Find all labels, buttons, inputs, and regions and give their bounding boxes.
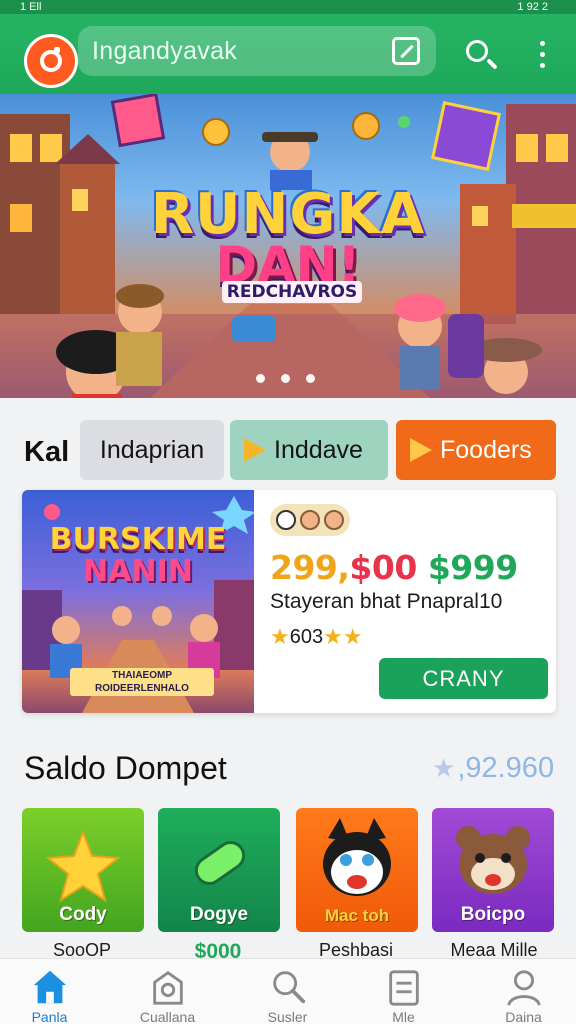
nav-label: Panla — [31, 1009, 68, 1024]
nav-label: Daina — [505, 1009, 542, 1024]
clock-icon — [276, 510, 296, 530]
featured-action-button[interactable]: CRANY — [379, 658, 548, 699]
star-icon: ★ — [432, 753, 456, 783]
app-tile-boicpo[interactable]: Boicpo — [432, 808, 554, 932]
carousel-dot[interactable] — [281, 374, 290, 383]
price-part: 299, — [270, 548, 350, 587]
star-icon: ★ — [342, 624, 363, 649]
profile-icon — [506, 970, 541, 1006]
search-input[interactable]: Ingandyavak — [92, 37, 392, 66]
app-tile-label: Cody — [59, 904, 107, 925]
wallet-title: Saldo Dompet — [24, 750, 227, 786]
nav-item-search[interactable]: Susler — [230, 959, 345, 1024]
nav-item-list[interactable]: Mle — [346, 959, 461, 1024]
carousel-dot[interactable] — [256, 374, 265, 383]
featured-image-title: BURSKIME — [49, 522, 227, 557]
chip-label: Inddave — [274, 435, 363, 464]
wallet-value: ,92.960 — [457, 752, 555, 784]
app-tile-mac-toh[interactable]: Mac toh — [296, 808, 418, 932]
nav-item-bag[interactable]: Cuallana — [110, 959, 225, 1024]
search-bar[interactable]: Ingandyavak — [78, 26, 436, 76]
featured-image-caption: THAIAEOMP ROIDEERLENHALO — [70, 668, 214, 696]
filter-chip-inddave[interactable]: Inddave — [230, 420, 388, 480]
chip-label: Fooders — [440, 435, 532, 464]
play-arrow-icon — [410, 438, 432, 462]
featured-badge — [270, 504, 350, 536]
bag-icon — [152, 970, 183, 1005]
filter-label: Kal — [24, 436, 70, 468]
price-part: $00 — [349, 548, 417, 587]
featured-rating: ★ 603 ★ ★ — [270, 624, 363, 650]
status-right: 1 92 2 — [517, 1, 548, 13]
price-part: $999 — [427, 548, 518, 587]
filter-chip-indaprian[interactable]: Indaprian — [80, 420, 224, 480]
edit-icon[interactable] — [392, 37, 420, 65]
nav-label: Mle — [392, 1009, 415, 1024]
app-logo-icon[interactable] — [24, 34, 78, 88]
wallet-balance[interactable]: ★ ,92.960 — [432, 752, 554, 785]
app-tile-dogye[interactable]: Dogye — [158, 808, 280, 932]
play-arrow-icon — [244, 438, 266, 462]
more-vert-icon[interactable] — [528, 34, 556, 74]
search-icon — [272, 971, 305, 1004]
search-icon — [466, 40, 488, 62]
app-tile-cody[interactable]: Cody — [22, 808, 144, 932]
status-left: 1 Ell — [20, 1, 42, 13]
carousel-dot[interactable] — [306, 374, 315, 383]
bottom-navigation: Panla Cuallana Susler Mle Daina — [0, 958, 576, 1024]
featured-image-subtitle: NANIN — [83, 554, 193, 589]
nav-label: Cuallana — [139, 1009, 196, 1024]
nav-item-home[interactable]: Panla — [0, 959, 107, 1024]
app-tile-label: Mac toh — [324, 906, 390, 925]
avatar — [324, 510, 344, 530]
nav-label: Susler — [267, 1009, 308, 1024]
featured-image[interactable]: BURSKIME NANIN THAIAEOMP ROIDEERLENHALO — [22, 490, 254, 713]
rating-value: 603 — [289, 625, 324, 648]
search-button[interactable] — [460, 34, 500, 74]
nav-item-profile[interactable]: Daina — [466, 959, 576, 1024]
filter-chip-fooders[interactable]: Fooders — [396, 420, 556, 480]
avatar — [300, 510, 320, 530]
featured-description: Stayeran bhat Pnapral10 — [270, 590, 503, 613]
list-icon — [388, 970, 419, 1006]
carousel-indicator[interactable] — [256, 374, 315, 383]
hero-tagline: REDCHAVROS — [222, 281, 362, 303]
home-icon — [33, 970, 66, 1004]
featured-price: 299,$00 $999 — [270, 548, 518, 587]
chip-label: Indaprian — [99, 435, 205, 464]
app-tile-label: Dogye — [189, 904, 249, 925]
star-icon: ★ — [323, 624, 343, 649]
top-app-bar: Ingandyavak — [0, 14, 576, 94]
featured-card[interactable]: BURSKIME NANIN THAIAEOMP ROIDEERLENHALO … — [22, 490, 556, 713]
app-tile-label: Boicpo — [460, 904, 526, 925]
star-icon: ★ — [270, 624, 290, 649]
status-bar: 1 Ell 1 92 2 — [0, 0, 576, 14]
hero-banner[interactable]: RUNGKA DAN! REDCHAVROS — [0, 94, 576, 398]
